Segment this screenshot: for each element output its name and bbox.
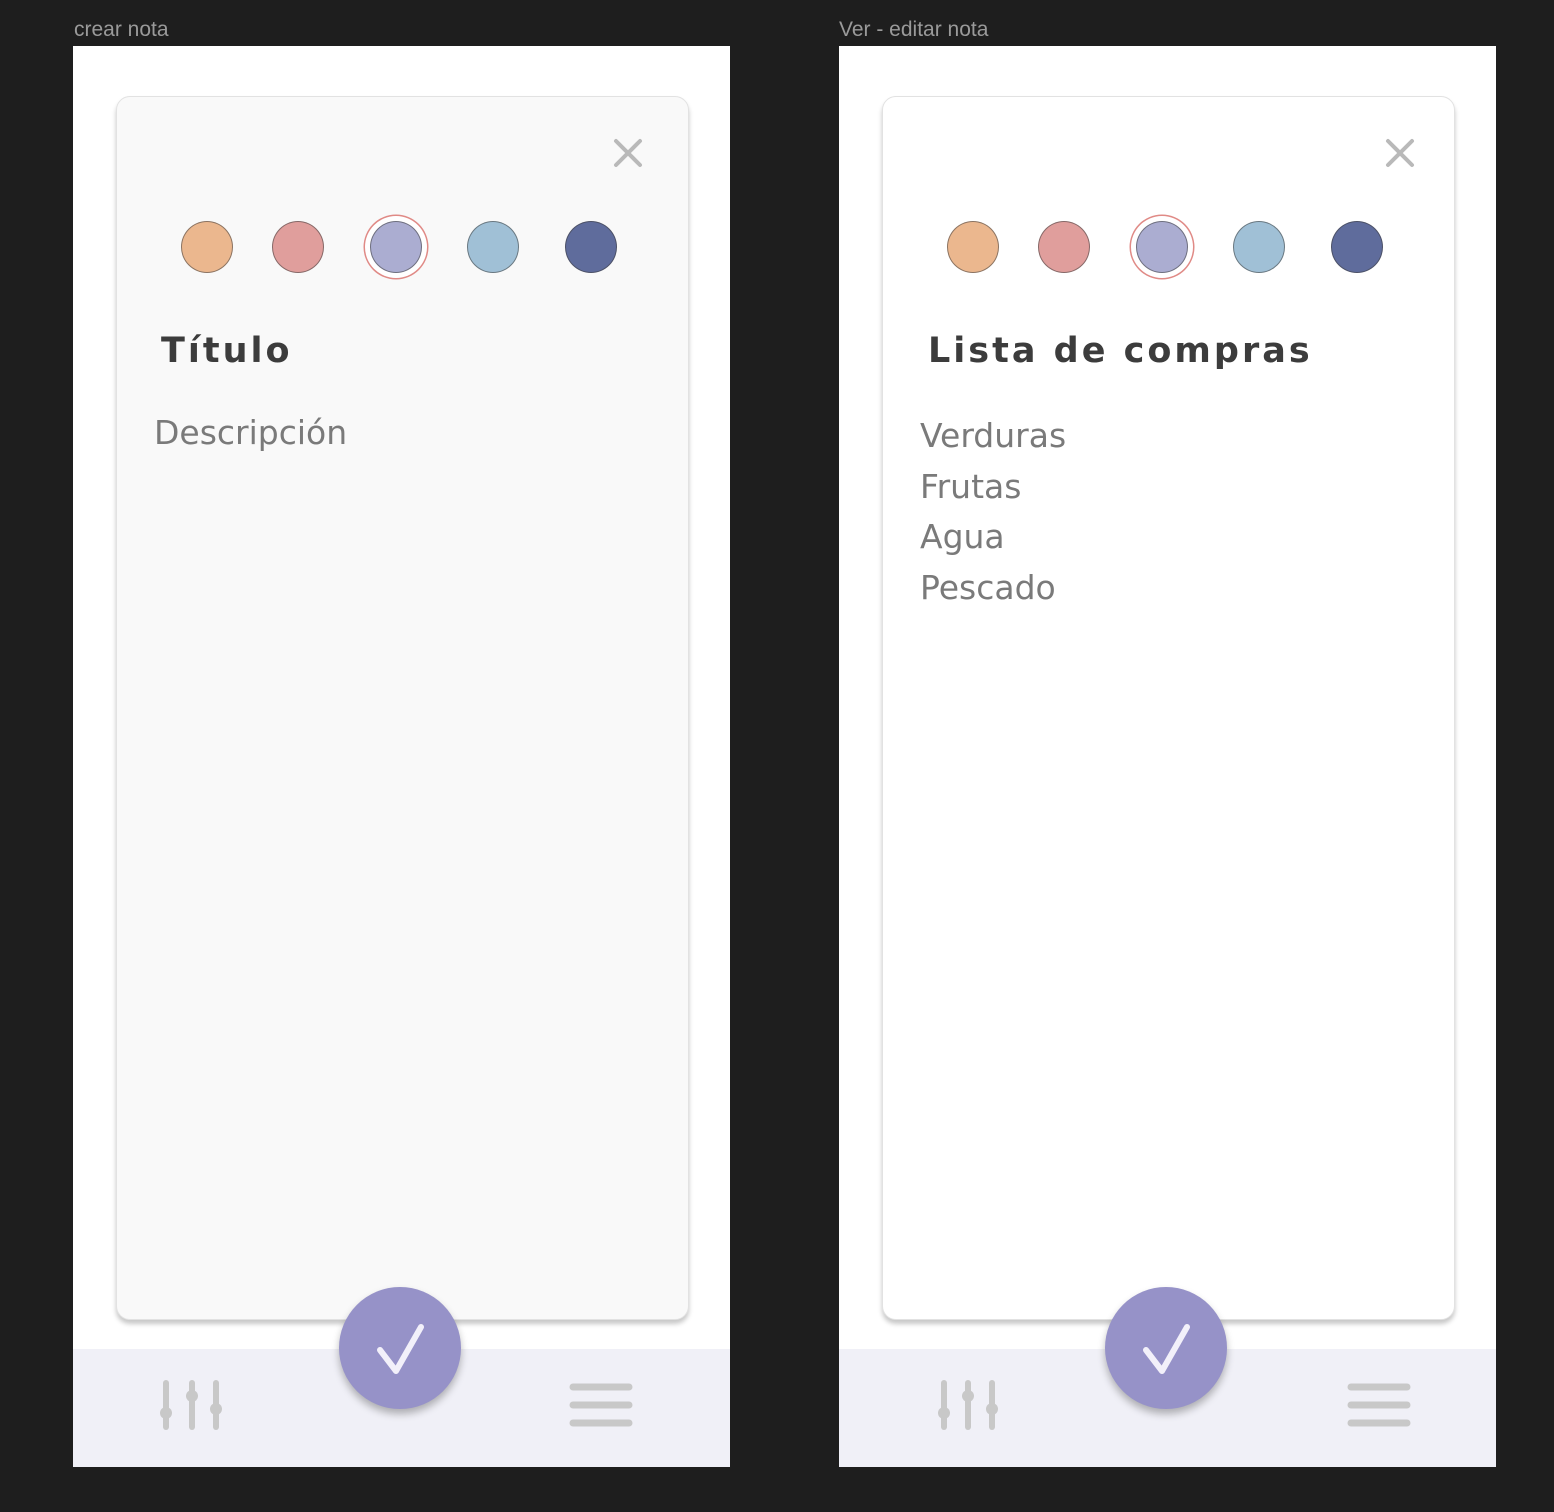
note-title-input[interactable]: Título — [161, 327, 293, 375]
filter-sliders-icon — [160, 1380, 222, 1430]
check-icon — [377, 1324, 424, 1374]
list-item: Frutas — [920, 466, 1022, 506]
note-description-input[interactable]: Descripción — [154, 411, 347, 455]
screen-ver-editar-nota: Lista de compras Verduras Frutas Agua Pe… — [839, 46, 1496, 1467]
color-swatch-orange[interactable] — [181, 221, 233, 273]
screen-crear-nota: Título Descripción — [73, 46, 730, 1467]
check-icon — [1143, 1324, 1190, 1374]
menu-button[interactable] — [567, 1379, 635, 1431]
color-swatch-orange[interactable] — [947, 221, 999, 273]
note-description-input[interactable]: Verduras Frutas Agua Pescado — [920, 411, 1066, 613]
color-swatch-light-blue[interactable] — [1233, 221, 1285, 273]
note-card: Título Descripción — [116, 96, 689, 1320]
close-button[interactable] — [610, 135, 646, 171]
color-picker — [883, 216, 1454, 276]
list-item: Pescado — [920, 567, 1056, 607]
color-swatch-navy[interactable] — [565, 221, 617, 273]
filter-sliders-icon — [938, 1380, 998, 1430]
list-item: Agua — [920, 517, 1005, 556]
close-button[interactable] — [1382, 135, 1418, 171]
menu-icon — [1347, 1383, 1411, 1427]
filter-button[interactable] — [935, 1379, 1003, 1431]
color-swatch-pink[interactable] — [272, 221, 324, 273]
color-swatch-lavender-selected[interactable] — [1136, 221, 1188, 273]
note-title-input[interactable]: Lista de compras — [928, 327, 1313, 375]
close-icon — [1386, 139, 1414, 167]
color-swatch-lavender-selected[interactable] — [370, 221, 422, 273]
frame-label-ver-editar-nota: Ver - editar nota — [839, 18, 989, 41]
list-item: Verduras — [920, 416, 1067, 455]
color-swatch-light-blue[interactable] — [467, 221, 519, 273]
note-card: Lista de compras Verduras Frutas Agua Pe… — [882, 96, 1455, 1320]
menu-icon — [569, 1383, 633, 1427]
close-icon — [614, 139, 642, 167]
color-swatch-pink[interactable] — [1038, 221, 1090, 273]
save-note-button[interactable] — [1105, 1287, 1227, 1409]
frame-label-crear-nota: crear nota — [74, 18, 169, 41]
color-swatch-navy[interactable] — [1331, 221, 1383, 273]
menu-button[interactable] — [1345, 1379, 1413, 1431]
save-note-button[interactable] — [339, 1287, 461, 1409]
color-picker — [117, 216, 688, 276]
filter-button[interactable] — [157, 1379, 225, 1431]
